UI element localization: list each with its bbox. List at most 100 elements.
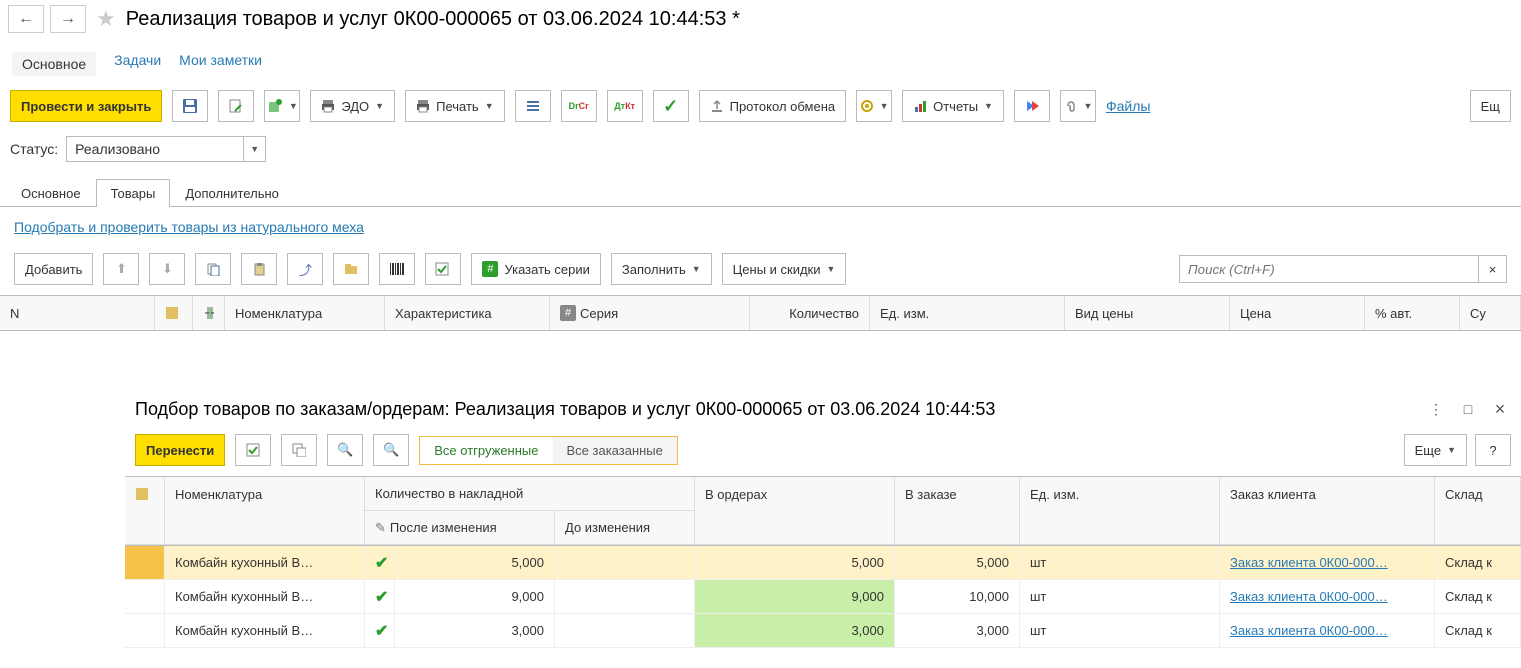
nav-tab-main[interactable]: Основное bbox=[12, 52, 96, 76]
table-row[interactable]: Комбайн кухонный В…✔3,0003,0003,000штЗак… bbox=[125, 614, 1521, 648]
dropdown-caret-icon: ▼ bbox=[1084, 101, 1093, 111]
forward-button[interactable]: → bbox=[50, 5, 86, 33]
favorite-star-icon[interactable]: ★ bbox=[96, 6, 116, 32]
upload-icon bbox=[710, 99, 724, 113]
col-sum[interactable]: Су bbox=[1460, 296, 1521, 330]
drcr-button[interactable]: DrCr bbox=[561, 90, 597, 122]
printer-icon bbox=[321, 99, 335, 113]
move-down-button[interactable]: ⬇ bbox=[149, 253, 185, 285]
paste-button[interactable] bbox=[241, 253, 277, 285]
col-series[interactable]: #Серия bbox=[550, 296, 750, 330]
pcol-warehouse[interactable]: Склад bbox=[1435, 477, 1521, 511]
tab-additional[interactable]: Дополнительно bbox=[170, 179, 294, 207]
col-pic[interactable] bbox=[155, 296, 193, 330]
transfer-button[interactable]: Перенести bbox=[135, 434, 225, 466]
select-all-button[interactable] bbox=[235, 434, 271, 466]
row-in-orders: 3,000 bbox=[695, 614, 895, 647]
col-unit[interactable]: Ед. изм. bbox=[870, 296, 1065, 330]
status-select[interactable]: Реализовано ▼ bbox=[66, 136, 266, 162]
copy-button[interactable] bbox=[195, 253, 231, 285]
settings-button[interactable]: ▼ bbox=[856, 90, 892, 122]
folder-button[interactable] bbox=[333, 253, 369, 285]
reports-button[interactable]: Отчеты ▼ bbox=[902, 90, 1004, 122]
pcol-before[interactable]: До изменения bbox=[555, 511, 695, 545]
seg-ordered[interactable]: Все заказанные bbox=[553, 437, 677, 464]
pcol-customer-order[interactable]: Заказ клиента bbox=[1220, 477, 1435, 511]
pcol-in-orders[interactable]: В ордерах bbox=[695, 477, 895, 511]
dtkt-button[interactable]: ДтКт bbox=[607, 90, 643, 122]
col-price-type[interactable]: Вид цены bbox=[1065, 296, 1230, 330]
search-input[interactable] bbox=[1179, 255, 1479, 283]
pcol-qty-invoice[interactable]: Количество в накладной bbox=[365, 477, 695, 511]
exchange-protocol-button[interactable]: Протокол обмена bbox=[699, 90, 847, 122]
col-quantity[interactable]: Количество bbox=[750, 296, 870, 330]
approve-button[interactable] bbox=[425, 253, 461, 285]
expand-icon bbox=[203, 306, 214, 320]
share-button[interactable]: ⤴ bbox=[287, 253, 323, 285]
post-close-button[interactable]: Провести и закрыть bbox=[10, 90, 162, 122]
row-customer-order[interactable]: Заказ клиента 0К00-000… bbox=[1220, 546, 1435, 579]
col-n[interactable]: N bbox=[0, 296, 155, 330]
row-check-icon[interactable]: ✔ bbox=[375, 621, 388, 641]
add-button[interactable]: Добавить bbox=[14, 253, 93, 285]
row-pic-cell bbox=[125, 614, 165, 647]
copy-icon bbox=[206, 262, 220, 276]
col-pct[interactable]: % авт. bbox=[1365, 296, 1460, 330]
tab-goods[interactable]: Товары bbox=[96, 179, 171, 207]
list-button[interactable] bbox=[515, 90, 551, 122]
after-label: После изменения bbox=[390, 520, 497, 535]
deselect-all-button[interactable] bbox=[281, 434, 317, 466]
row-check-icon[interactable]: ✔ bbox=[375, 553, 388, 573]
play-button[interactable] bbox=[1014, 90, 1050, 122]
barcode-button[interactable] bbox=[379, 253, 415, 285]
table-row[interactable]: Комбайн кухонный В…✔5,0005,0005,000штЗак… bbox=[125, 546, 1521, 580]
col-expand[interactable] bbox=[193, 296, 225, 330]
nav-tab-tasks[interactable]: Задачи bbox=[114, 52, 161, 76]
maximize-icon[interactable]: □ bbox=[1457, 398, 1479, 420]
prices-discounts-button[interactable]: Цены и скидки ▼ bbox=[722, 253, 847, 285]
gear-icon bbox=[860, 99, 874, 113]
col-price[interactable]: Цена bbox=[1230, 296, 1365, 330]
view-disabled-button[interactable]: 🔍 bbox=[373, 434, 409, 466]
help-button[interactable]: ? bbox=[1475, 434, 1511, 466]
barcode-icon bbox=[389, 262, 405, 276]
check-button[interactable]: ✓ bbox=[653, 90, 689, 122]
popup-more-button[interactable]: Еще ▼ bbox=[1404, 434, 1467, 466]
attach-button[interactable]: ▼ bbox=[1060, 90, 1096, 122]
row-customer-order[interactable]: Заказ клиента 0К00-000… bbox=[1220, 614, 1435, 647]
move-up-button[interactable]: ⬆ bbox=[103, 253, 139, 285]
popup-title: Подбор товаров по заказам/ордерам: Реали… bbox=[135, 399, 1415, 420]
post-button[interactable] bbox=[218, 90, 254, 122]
row-pic-cell bbox=[125, 546, 165, 579]
tab-main[interactable]: Основное bbox=[6, 179, 96, 207]
series-col-label: Серия bbox=[580, 306, 618, 321]
search-clear-button[interactable]: × bbox=[1479, 255, 1507, 283]
files-link[interactable]: Файлы bbox=[1106, 98, 1150, 114]
seg-shipped[interactable]: Все отгруженные bbox=[420, 437, 552, 464]
col-characteristic[interactable]: Характеристика bbox=[385, 296, 550, 330]
back-button[interactable]: ← bbox=[8, 5, 44, 33]
view-button[interactable]: 🔍 bbox=[327, 434, 363, 466]
pcol-in-order[interactable]: В заказе bbox=[895, 477, 1020, 511]
edo-button[interactable]: ЭДО ▼ bbox=[310, 90, 395, 122]
row-nomenclature: Комбайн кухонный В… bbox=[165, 614, 365, 647]
specify-series-button[interactable]: # Указать серии bbox=[471, 253, 600, 285]
close-icon[interactable]: × bbox=[1489, 398, 1511, 420]
fill-button[interactable]: Заполнить ▼ bbox=[611, 253, 712, 285]
create-based-button[interactable]: ▼ bbox=[264, 90, 300, 122]
row-customer-order[interactable]: Заказ клиента 0К00-000… bbox=[1220, 580, 1435, 613]
nav-tab-notes[interactable]: Мои заметки bbox=[179, 52, 262, 76]
pcol-nomenclature[interactable]: Номенклатура bbox=[165, 477, 365, 511]
col-nomenclature[interactable]: Номенклатура bbox=[225, 296, 385, 330]
more-button[interactable]: Ещ bbox=[1470, 90, 1511, 122]
dropdown-caret-icon: ▼ bbox=[984, 101, 993, 111]
save-button[interactable] bbox=[172, 90, 208, 122]
row-check-icon[interactable]: ✔ bbox=[375, 587, 388, 607]
print-button[interactable]: Печать ▼ bbox=[405, 90, 505, 122]
pcol-unit[interactable]: Ед. изм. bbox=[1020, 477, 1220, 511]
pcol-pic[interactable] bbox=[125, 477, 165, 511]
fur-link[interactable]: Подобрать и проверить товары из натураль… bbox=[14, 219, 364, 235]
more-actions-icon[interactable]: ⋮ bbox=[1425, 398, 1447, 420]
pcol-after[interactable]: ✎После изменения bbox=[365, 511, 555, 545]
table-row[interactable]: Комбайн кухонный В…✔9,0009,00010,000штЗа… bbox=[125, 580, 1521, 614]
